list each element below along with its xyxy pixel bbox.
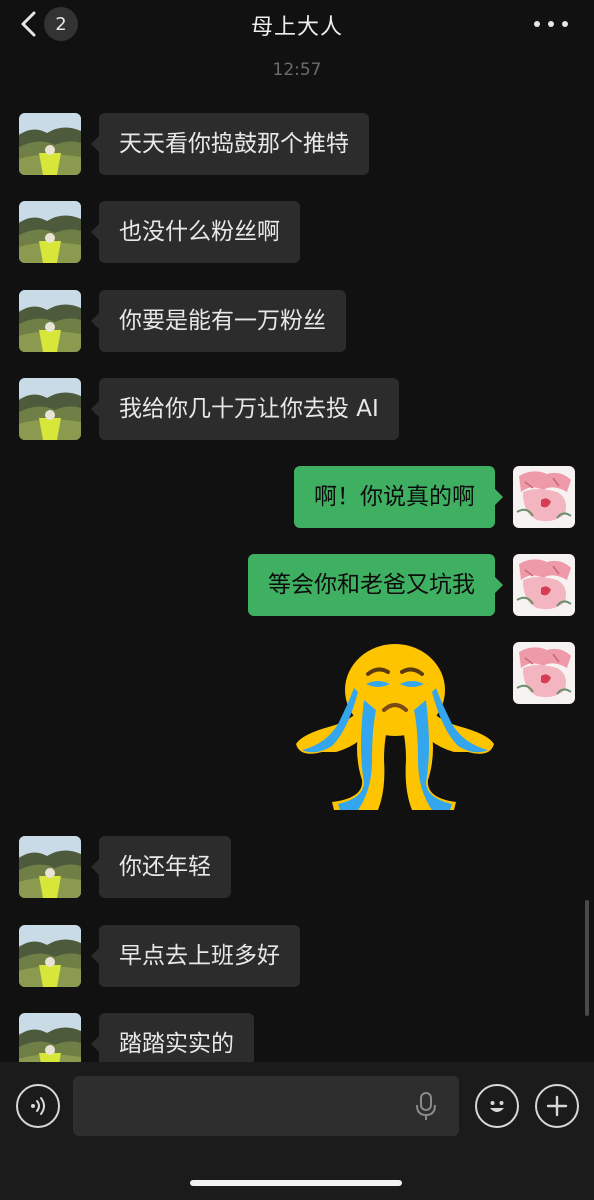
voice-button[interactable] (16, 1084, 60, 1128)
emoji-button[interactable] (475, 1084, 519, 1128)
message-bubble[interactable]: 天天看你捣鼓那个推特 (91, 113, 369, 175)
message-row: 啊！你说真的啊 (0, 466, 594, 528)
my-avatar[interactable] (513, 466, 575, 528)
message-input[interactable] (73, 1076, 459, 1136)
contact-avatar[interactable] (19, 925, 81, 987)
more-functions-button[interactable] (535, 1084, 579, 1128)
message-bubble[interactable]: 早点去上班多好 (91, 925, 300, 987)
message-row: 也没什么粉丝啊 (0, 201, 594, 263)
microphone-icon[interactable] (412, 1090, 440, 1122)
chat-title: 母上大人 (250, 15, 343, 40)
emoji-icon (490, 1101, 504, 1112)
message-bubble[interactable]: 你要是能有一万粉丝 (91, 290, 346, 352)
contact-avatar[interactable] (19, 836, 81, 898)
plus-icon (546, 1095, 568, 1117)
scrollbar[interactable] (585, 900, 589, 1016)
chat-header: 2 母上大人 (0, 0, 594, 50)
message-row: 等会你和老爸又坑我 (0, 554, 594, 616)
home-indicator[interactable] (190, 1180, 402, 1186)
message-bubble[interactable]: 也没什么粉丝啊 (91, 201, 300, 263)
contact-avatar[interactable] (19, 113, 81, 175)
my-avatar[interactable] (513, 642, 575, 704)
contact-avatar[interactable] (19, 378, 81, 440)
message-row: 我给你几十万让你去投 AI (0, 378, 594, 440)
message-row: 你还年轻 (0, 836, 594, 898)
ellipsis-icon[interactable] (534, 12, 568, 36)
crying-emoji-sticker[interactable] (292, 640, 498, 812)
timestamp: 12:57 (272, 60, 322, 80)
message-row: 天天看你捣鼓那个推特 (0, 113, 594, 175)
message-bubble[interactable]: 你还年轻 (91, 836, 231, 898)
message-bubble[interactable]: 啊！你说真的啊 (294, 466, 503, 528)
message-row: 早点去上班多好 (0, 925, 594, 987)
message-row: 你要是能有一万粉丝 (0, 290, 594, 352)
crying-face-icon (296, 644, 494, 810)
contact-avatar[interactable] (19, 290, 81, 352)
contact-avatar[interactable] (19, 201, 81, 263)
my-avatar[interactable] (513, 554, 575, 616)
message-bubble[interactable]: 我给你几十万让你去投 AI (91, 378, 399, 440)
voice-icon (31, 1097, 45, 1115)
message-bubble[interactable]: 等会你和老爸又坑我 (248, 554, 503, 616)
